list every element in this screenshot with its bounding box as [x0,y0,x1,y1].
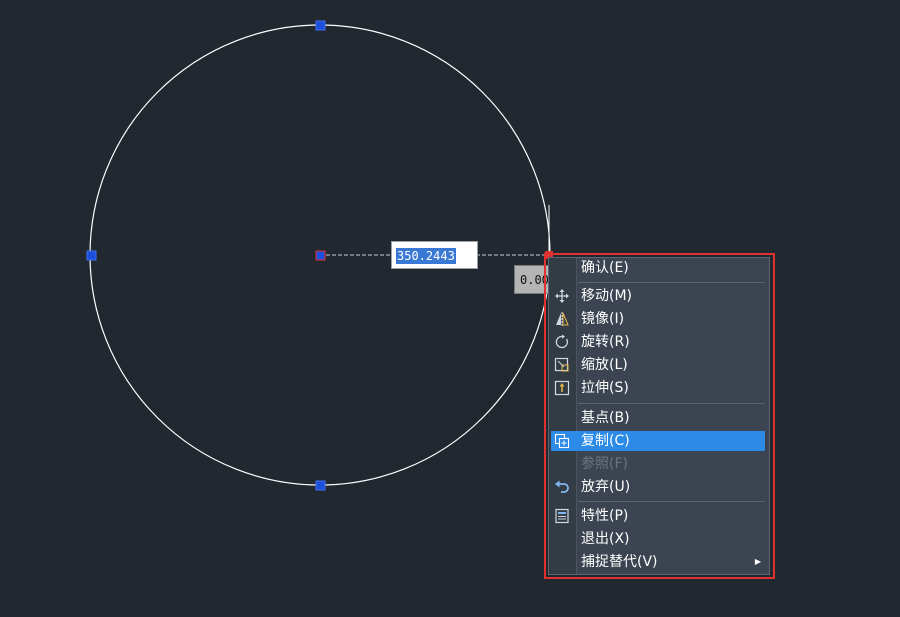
grip-bottom[interactable] [315,480,326,491]
menu-item-undo[interactable]: 放弃(U) [551,477,765,497]
menu-item-copy[interactable]: 复制(C) [551,431,765,451]
menu-item-confirm[interactable]: 确认(E) [551,258,765,278]
grip-center-hot[interactable] [315,250,326,261]
menu-separator [578,501,765,502]
mirror-icon [554,311,570,327]
menu-item-mirror[interactable]: 镜像(I) [551,309,765,329]
menu-item-base-point[interactable]: 基点(B) [551,408,765,428]
radius-value: 350.2443 [396,248,456,264]
grip-context-menu: 确认(E) 移动(M) 镜像(I) 旋转(R) 缩放(L) 拉伸(S) 基点(B… [548,257,770,575]
menu-item-label: 复制(C) [581,433,630,449]
menu-item-label: 基点(B) [581,410,630,426]
menu-item-stretch[interactable]: 拉伸(S) [551,378,765,398]
stretch-icon [554,380,570,396]
menu-item-label: 参照(F) [581,456,628,472]
menu-item-label: 放弃(U) [581,479,631,495]
menu-item-move[interactable]: 移动(M) [551,286,765,306]
menu-item-label: 捕捉替代(V) [581,554,658,570]
grip-top[interactable] [315,20,326,31]
submenu-arrow-icon: ▶ [754,557,761,566]
menu-item-label: 特性(P) [581,508,629,524]
menu-item-scale[interactable]: 缩放(L) [551,355,765,375]
menu-item-label: 确认(E) [581,260,629,276]
menu-item-label: 退出(X) [581,531,630,547]
copy-icon [554,433,570,449]
menu-item-label: 镜像(I) [581,311,625,327]
move-icon [554,288,570,304]
menu-separator [578,403,765,404]
menu-item-label: 移动(M) [581,288,633,304]
undo-icon [554,479,570,495]
menu-item-rotate[interactable]: 旋转(R) [551,332,765,352]
scale-icon [554,357,570,373]
menu-item-label: 旋转(R) [581,334,630,350]
menu-item-reference[interactable]: 参照(F) [551,454,765,474]
menu-item-label: 缩放(L) [581,357,628,373]
menu-item-label: 拉伸(S) [581,380,629,396]
menu-item-properties[interactable]: 特性(P) [551,506,765,526]
rotate-icon [554,334,570,350]
radius-dynamic-input[interactable]: 350.2443 [391,241,478,269]
menu-item-snap-override[interactable]: 捕捉替代(V) ▶ [551,552,765,572]
grip-left[interactable] [86,250,97,261]
menu-separator [578,282,765,283]
menu-item-exit[interactable]: 退出(X) [551,529,765,549]
properties-icon [554,508,570,524]
